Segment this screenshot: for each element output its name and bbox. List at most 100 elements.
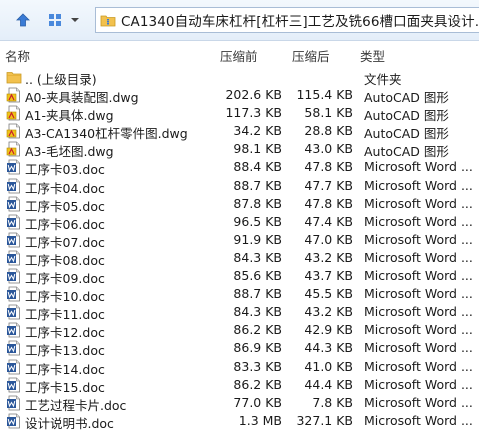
file-row[interactable]: 工序卡15.doc 86.2 KB 44.4 KB Microsoft Word ..…: [0, 376, 479, 395]
arrow-up-icon: [16, 13, 30, 27]
file-packed-size: 43.7 KB: [304, 268, 353, 284]
file-row[interactable]: A0-夹具装配图.dwg 202.6 KB 115.4 KB AutoCAD 图形: [0, 86, 479, 105]
file-row[interactable]: 工序卡09.doc 85.6 KB 43.7 KB Microsoft Word ..…: [0, 267, 479, 286]
file-list: .. (上级目录) 文件夹 A0-夹具装配图.dwg 202.6 KB 115.4 KB…: [0, 68, 479, 431]
file-packed-size: 327.1 KB: [296, 412, 353, 428]
file-row[interactable]: 工序卡07.doc 91.9 KB 47.0 KB Microsoft Word ..…: [0, 231, 479, 250]
file-type: Microsoft Word ...: [364, 177, 473, 193]
file-type: Microsoft Word ...: [364, 358, 473, 374]
word-file-icon: [6, 304, 22, 320]
word-file-icon: [6, 395, 22, 411]
file-size: 84.3 KB: [233, 249, 282, 265]
file-type: Microsoft Word ...: [364, 322, 473, 338]
file-packed-size: 47.4 KB: [304, 213, 353, 229]
file-row[interactable]: 工序卡10.doc 88.7 KB 45.5 KB Microsoft Word ..…: [0, 285, 479, 304]
view-grid-icon: [49, 14, 61, 26]
autocad-file-icon: [6, 123, 22, 139]
file-row[interactable]: 设计说明书.doc 1.3 MB 327.1 KB Microsoft Word ..…: [0, 412, 479, 431]
column-type[interactable]: 类型: [360, 46, 385, 65]
file-type: Microsoft Word ...: [364, 286, 473, 302]
file-size: 34.2 KB: [233, 123, 282, 139]
column-name[interactable]: 名称: [5, 46, 30, 65]
file-row[interactable]: A3-CA1340杠杆零件图.dwg 34.2 KB 28.8 KB AutoCAD …: [0, 122, 479, 141]
file-type: Microsoft Word ...: [364, 231, 473, 247]
word-file-icon: [6, 268, 22, 284]
file-size: 91.9 KB: [233, 231, 282, 247]
file-packed-size: 47.0 KB: [304, 231, 353, 247]
file-size: 86.2 KB: [233, 322, 282, 338]
word-file-icon: [6, 413, 22, 429]
address-bar[interactable]: CA1340自动车床杠杆[杠杆三]工艺及铣66槽口面夹具设计.7z\CA1340: [95, 7, 479, 33]
file-type: Microsoft Word ...: [364, 213, 473, 229]
file-size: 1.3 MB: [238, 412, 282, 428]
file-size: 77.0 KB: [233, 394, 282, 410]
file-row[interactable]: 工序卡08.doc 84.3 KB 43.2 KB Microsoft Word ..…: [0, 249, 479, 268]
file-packed-size: 42.9 KB: [304, 322, 353, 338]
column-header: 名称 压缩前 压缩后 类型: [0, 44, 479, 65]
file-packed-size: 47.8 KB: [304, 195, 353, 211]
file-row[interactable]: 工序卡05.doc 87.8 KB 47.8 KB Microsoft Word ..…: [0, 195, 479, 214]
file-size: 88.7 KB: [233, 177, 282, 193]
chevron-down-icon: [71, 18, 79, 22]
file-size: 87.8 KB: [233, 195, 282, 211]
word-file-icon: [6, 178, 22, 194]
word-file-icon: [6, 340, 22, 356]
file-row[interactable]: 工序卡06.doc 96.5 KB 47.4 KB Microsoft Word ..…: [0, 213, 479, 232]
file-packed-size: 45.5 KB: [304, 286, 353, 302]
file-packed-size: 43.2 KB: [304, 304, 353, 320]
file-packed-size: 41.0 KB: [304, 358, 353, 374]
file-type: Microsoft Word ...: [364, 159, 473, 175]
word-file-icon: [6, 286, 22, 302]
file-size: 84.3 KB: [233, 304, 282, 320]
file-type: Microsoft Word ...: [364, 268, 473, 284]
file-type: Microsoft Word ...: [364, 195, 473, 211]
file-row[interactable]: .. (上级目录) 文件夹: [0, 68, 479, 87]
file-size: 85.6 KB: [233, 268, 282, 284]
file-size: 83.3 KB: [233, 358, 282, 374]
file-type: Microsoft Word ...: [364, 394, 473, 410]
view-mode-button[interactable]: [46, 11, 64, 29]
file-row[interactable]: 工序卡13.doc 86.9 KB 44.3 KB Microsoft Word ..…: [0, 339, 479, 358]
file-name: 设计说明书.doc: [25, 415, 114, 431]
file-type: Microsoft Word ...: [364, 340, 473, 356]
file-row[interactable]: A3-毛坯图.dwg 98.1 KB 43.0 KB AutoCAD 图形: [0, 140, 479, 159]
file-size: 86.9 KB: [233, 340, 282, 356]
file-row[interactable]: 工序卡03.doc 88.4 KB 47.8 KB Microsoft Word ..…: [0, 158, 479, 177]
address-path: CA1340自动车床杠杆[杠杆三]工艺及铣66槽口面夹具设计.7z\CA1340: [121, 14, 479, 30]
word-file-icon: [6, 377, 22, 393]
file-row[interactable]: 工艺过程卡片.doc 77.0 KB 7.8 KB Microsoft Word ..…: [0, 394, 479, 413]
file-size: 117.3 KB: [225, 105, 282, 121]
file-row[interactable]: 工序卡12.doc 86.2 KB 42.9 KB Microsoft Word ..…: [0, 321, 479, 340]
file-size: 96.5 KB: [233, 213, 282, 229]
word-file-icon: [6, 322, 22, 338]
file-type: Microsoft Word ...: [364, 376, 473, 392]
file-size: 86.2 KB: [233, 376, 282, 392]
file-row[interactable]: 工序卡14.doc 83.3 KB 41.0 KB Microsoft Word ..…: [0, 358, 479, 377]
archive-window: CA1340自动车床杠杆[杠杆三]工艺及铣66槽口面夹具设计.7z\CA1340…: [0, 0, 479, 442]
file-size: 88.7 KB: [233, 286, 282, 302]
word-file-icon: [6, 214, 22, 230]
file-type: Microsoft Word ...: [364, 412, 473, 428]
folder-icon: [6, 69, 22, 85]
file-type: Microsoft Word ...: [364, 304, 473, 320]
file-size: 98.1 KB: [233, 141, 282, 157]
file-packed-size: 44.4 KB: [304, 376, 353, 392]
word-file-icon: [6, 250, 22, 266]
file-packed-size: 115.4 KB: [296, 87, 353, 103]
file-row[interactable]: A1-夹具体.dwg 117.3 KB 58.1 KB AutoCAD 图形: [0, 104, 479, 123]
column-packed-size[interactable]: 压缩后: [292, 46, 330, 65]
file-row[interactable]: 工序卡11.doc 84.3 KB 43.2 KB Microsoft Word ..…: [0, 303, 479, 322]
file-size: 88.4 KB: [233, 159, 282, 175]
autocad-file-icon: [6, 87, 22, 103]
word-file-icon: [6, 159, 22, 175]
up-folder-button[interactable]: [14, 11, 32, 29]
file-packed-size: 28.8 KB: [304, 123, 353, 139]
toolbar: CA1340自动车床杠杆[杠杆三]工艺及铣66槽口面夹具设计.7z\CA1340: [0, 0, 479, 41]
file-packed-size: 47.7 KB: [304, 177, 353, 193]
file-packed-size: 43.0 KB: [304, 141, 353, 157]
file-packed-size: 47.8 KB: [304, 159, 353, 175]
word-file-icon: [6, 232, 22, 248]
file-row[interactable]: 工序卡04.doc 88.7 KB 47.7 KB Microsoft Word ..…: [0, 177, 479, 196]
column-size[interactable]: 压缩前: [220, 46, 258, 65]
view-mode-dropdown[interactable]: [68, 11, 82, 29]
